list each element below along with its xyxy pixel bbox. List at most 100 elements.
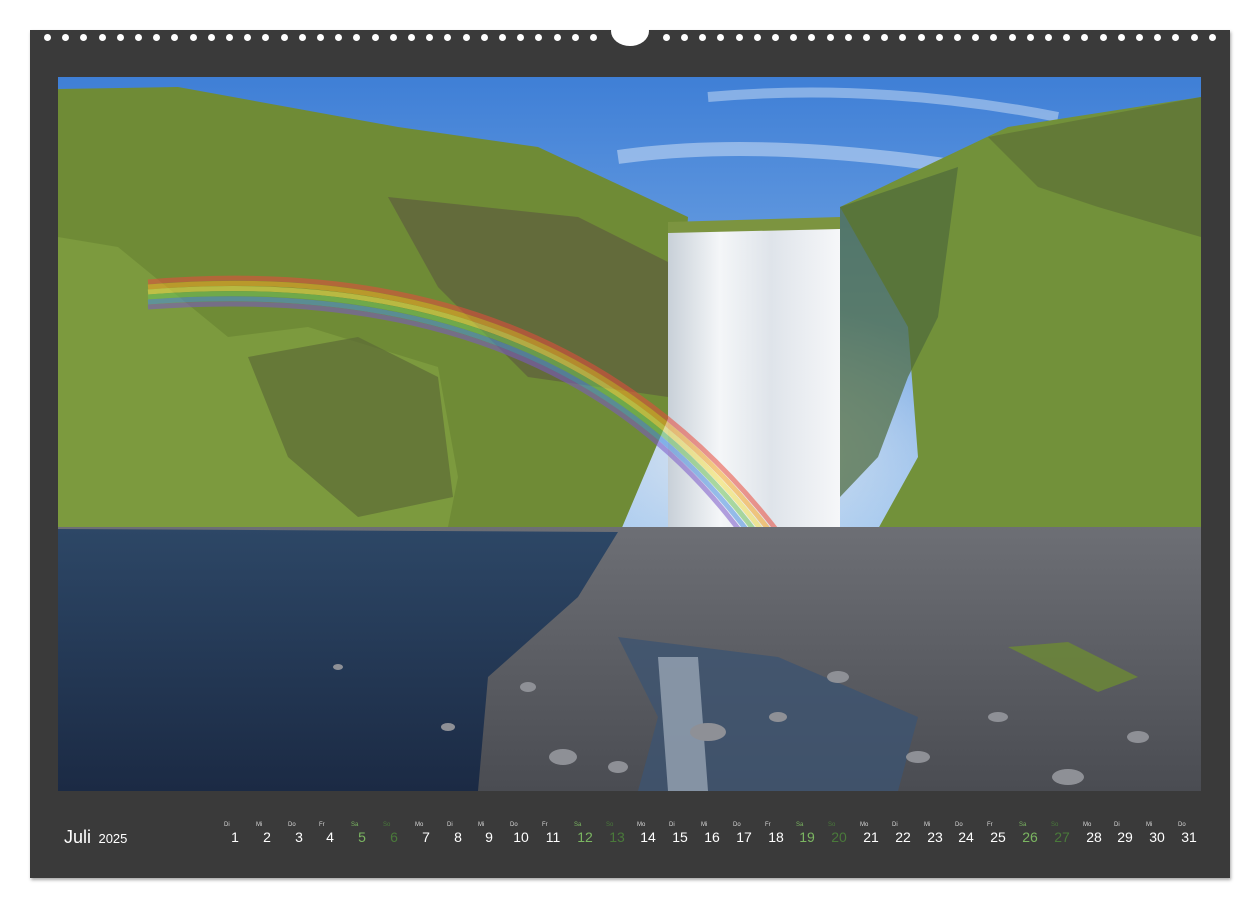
day-number: 3 xyxy=(295,829,303,845)
binding-hole xyxy=(1045,34,1052,41)
calendar-day: Mo 21 xyxy=(858,820,890,850)
binding-hole xyxy=(99,34,106,41)
binding-hole xyxy=(171,34,178,41)
binding-hole xyxy=(881,34,888,41)
month-year: 2025 xyxy=(98,831,128,846)
binding-hole xyxy=(499,34,506,41)
day-number: 7 xyxy=(422,829,430,845)
binding-hole xyxy=(572,34,579,41)
day-strip: Di 1 Mi 2 Do 3 Fr 4 Sa 5 So 6 Mo 7 Di 8 Mi 9 Do 10 Fr 11 Sa 12 S… xyxy=(222,820,1222,850)
day-number: 28 xyxy=(1086,829,1102,845)
calendar-day: Fr 11 xyxy=(540,820,572,850)
binding-hole xyxy=(954,34,961,41)
day-number: 5 xyxy=(358,829,366,845)
day-number: 19 xyxy=(799,829,815,845)
calendar-day: Di 29 xyxy=(1112,820,1144,850)
binding-hole xyxy=(390,34,397,41)
weekday-abbreviation: Mi xyxy=(256,822,263,828)
binding-hole xyxy=(281,34,288,41)
weekday-abbreviation: Mo xyxy=(860,822,869,828)
weekday-abbreviation: Fr xyxy=(987,822,993,828)
binding-hole xyxy=(972,34,979,41)
binding-hole xyxy=(918,34,925,41)
calendar-day: Sa 19 xyxy=(794,820,826,850)
binding-hole xyxy=(899,34,906,41)
binding-hole xyxy=(681,34,688,41)
binding-hole xyxy=(827,34,834,41)
binding-hole xyxy=(1118,34,1125,41)
binding-hole xyxy=(754,34,761,41)
calendar-day: Do 17 xyxy=(731,820,763,850)
day-number: 8 xyxy=(454,829,462,845)
weekday-abbreviation: So xyxy=(828,822,836,828)
binding-hole xyxy=(1063,34,1070,41)
weekday-abbreviation: Sa xyxy=(351,822,359,828)
binding-hole xyxy=(44,34,51,41)
binding-hole xyxy=(1209,34,1216,41)
binding-hole xyxy=(153,34,160,41)
month-title: Juli 2025 xyxy=(64,827,127,848)
calendar-day: Mo 7 xyxy=(413,820,445,850)
binding-hole xyxy=(426,34,433,41)
weekday-abbreviation: So xyxy=(606,822,614,828)
day-number: 25 xyxy=(990,829,1006,845)
binding-hole xyxy=(1136,34,1143,41)
binding-hole xyxy=(244,34,251,41)
day-number: 10 xyxy=(513,829,529,845)
calendar-day: Fr 4 xyxy=(317,820,349,850)
waterfall-photo xyxy=(58,77,1201,791)
weekday-abbreviation: Di xyxy=(1114,822,1120,828)
calendar-day: Mo 28 xyxy=(1081,820,1113,850)
binding-hole xyxy=(590,34,597,41)
day-number: 22 xyxy=(895,829,911,845)
calendar-day: Do 3 xyxy=(286,820,318,850)
weekday-abbreviation: Mi xyxy=(1146,822,1153,828)
day-number: 1 xyxy=(231,829,239,845)
binding-hole xyxy=(535,34,542,41)
binding-hole xyxy=(717,34,724,41)
binding-hole xyxy=(353,34,360,41)
day-number: 4 xyxy=(326,829,334,845)
binding-hole xyxy=(517,34,524,41)
weekday-abbreviation: Mi xyxy=(478,822,485,828)
weekday-abbreviation: Sa xyxy=(574,822,582,828)
weekday-abbreviation: Do xyxy=(733,822,741,828)
binding-hole xyxy=(262,34,269,41)
binding-hole xyxy=(226,34,233,41)
calendar-day: Mi 23 xyxy=(922,820,954,850)
binding-hole xyxy=(808,34,815,41)
binding-hole xyxy=(736,34,743,41)
calendar-day: Mi 30 xyxy=(1144,820,1176,850)
calendar-day: Mi 9 xyxy=(476,820,508,850)
weekday-abbreviation: Do xyxy=(1178,822,1186,828)
binding-hole xyxy=(863,34,870,41)
calendar-day: Mi 2 xyxy=(254,820,286,850)
weekday-abbreviation: Mo xyxy=(1083,822,1092,828)
calendar-day: Do 24 xyxy=(953,820,985,850)
month-name: Juli xyxy=(64,827,92,847)
weekday-abbreviation: So xyxy=(1051,822,1059,828)
day-number: 20 xyxy=(831,829,847,845)
calendar-day: Do 10 xyxy=(508,820,540,850)
weekday-abbreviation: Mi xyxy=(701,822,708,828)
weekday-abbreviation: So xyxy=(383,822,391,828)
calendar-day: Fr 18 xyxy=(763,820,795,850)
day-number: 31 xyxy=(1181,829,1197,845)
day-number: 2 xyxy=(263,829,271,845)
weekday-abbreviation: Do xyxy=(955,822,963,828)
month-bar: Juli 2025 Di 1 Mi 2 Do 3 Fr 4 Sa 5 So 6 Mo 7 Di 8 Mi 9 Do 1… xyxy=(30,820,1230,850)
weekday-abbreviation: Fr xyxy=(542,822,548,828)
calendar-day: Sa 26 xyxy=(1017,820,1049,850)
binding-hole xyxy=(208,34,215,41)
calendar-day: Di 22 xyxy=(890,820,922,850)
day-number: 16 xyxy=(704,829,720,845)
binding-hole xyxy=(1154,34,1161,41)
calendar-day: Sa 5 xyxy=(349,820,381,850)
binding-hole xyxy=(317,34,324,41)
binding-hole xyxy=(408,34,415,41)
day-number: 9 xyxy=(485,829,493,845)
binding-hole xyxy=(1081,34,1088,41)
calendar-day: Do 31 xyxy=(1176,820,1208,850)
weekday-abbreviation: Do xyxy=(288,822,296,828)
binding-hole xyxy=(1100,34,1107,41)
